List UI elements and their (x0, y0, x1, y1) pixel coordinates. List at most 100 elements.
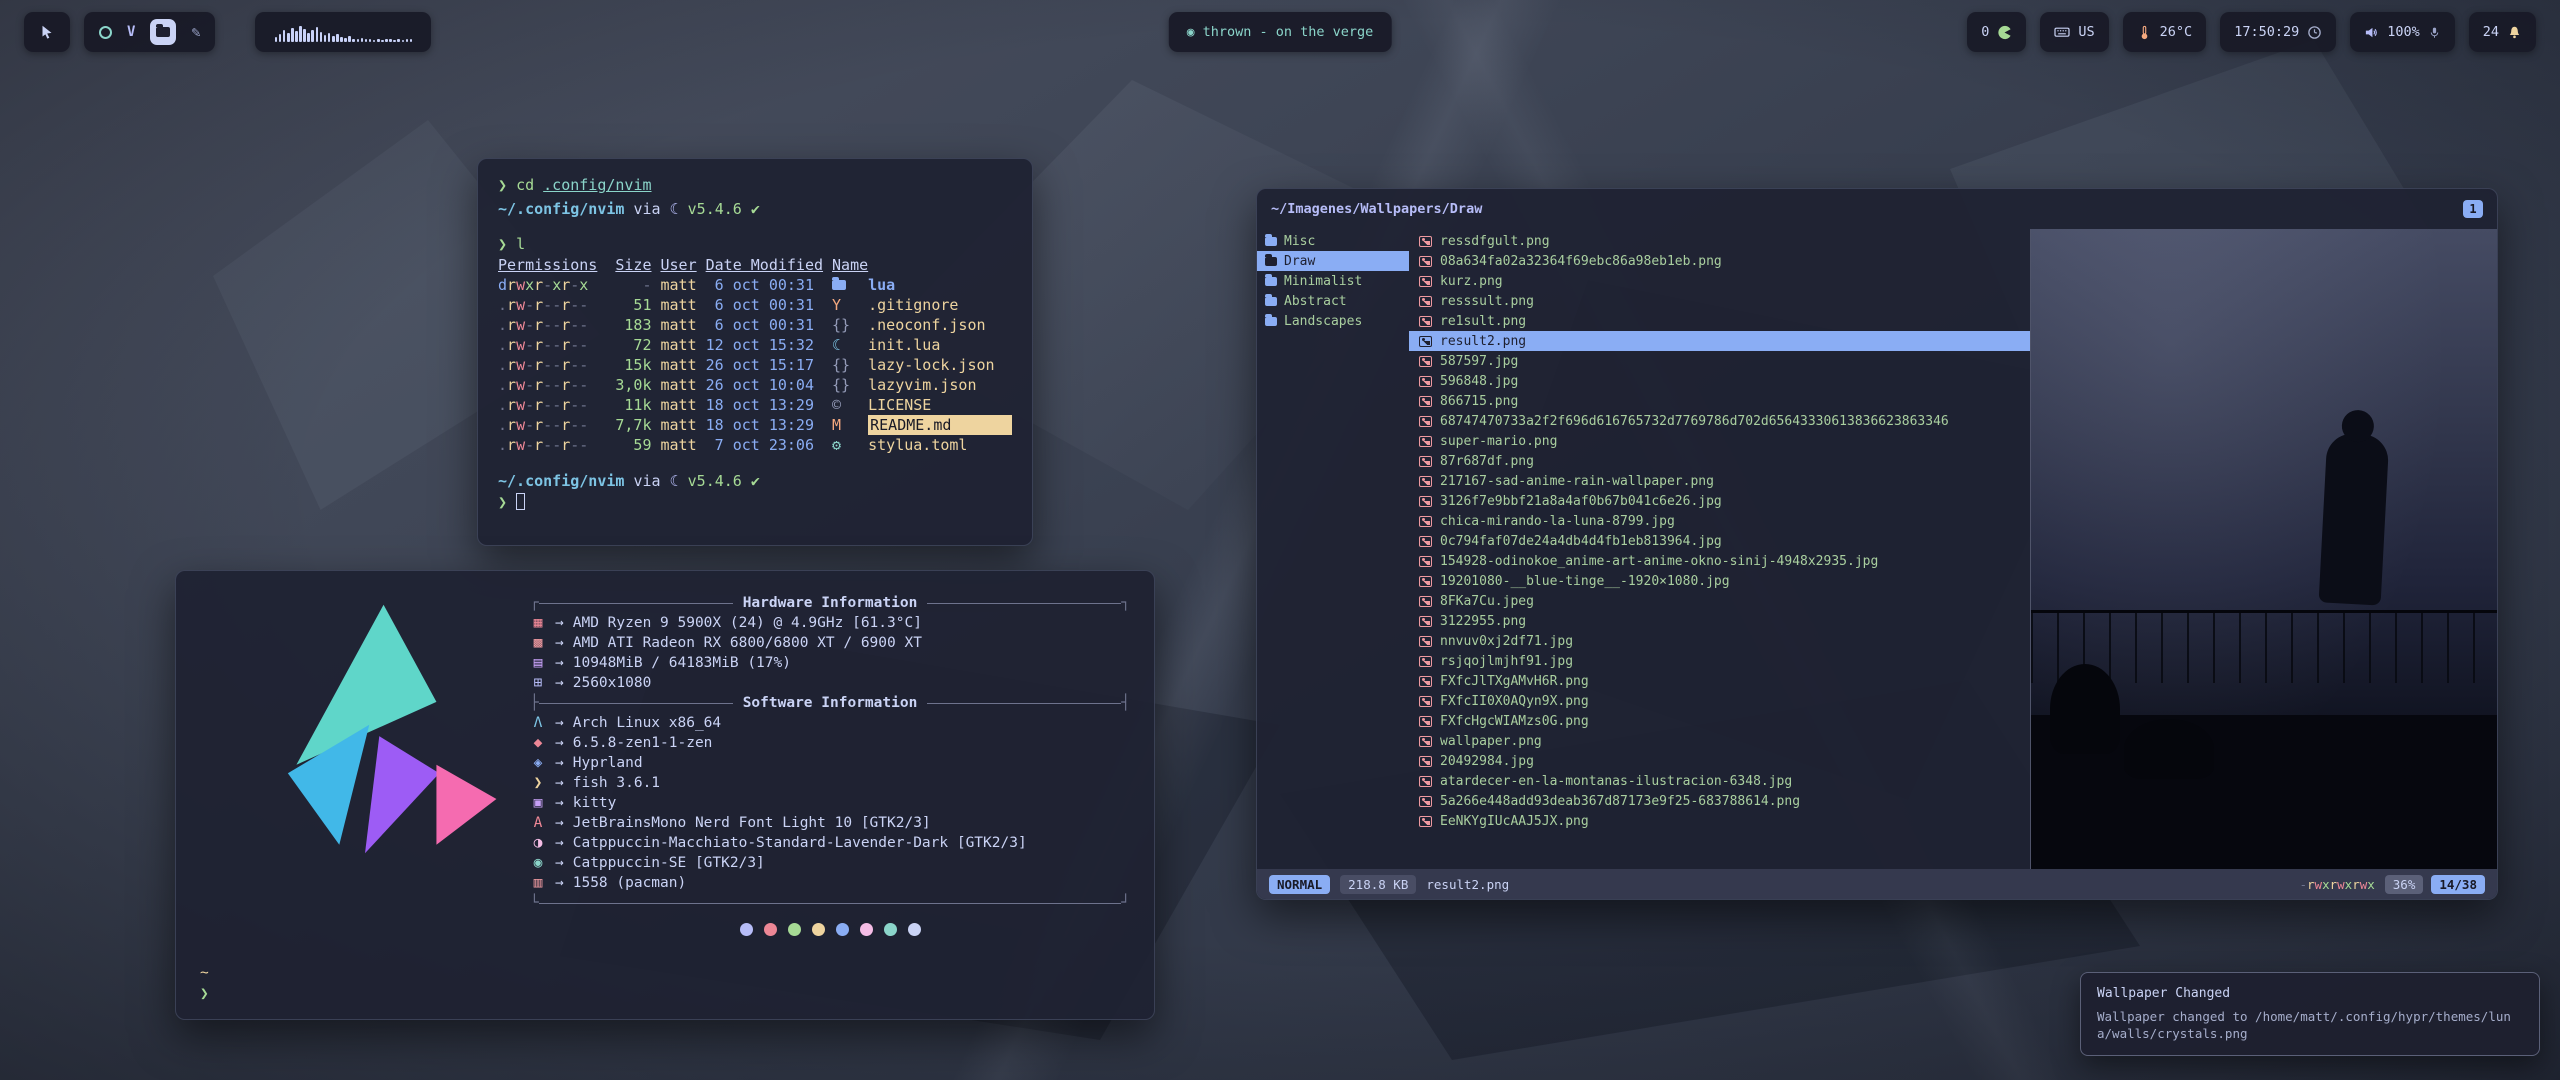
user: matt (661, 415, 697, 435)
file-row[interactable]: ressdfgult.png (1409, 231, 2030, 251)
file-name: 19201080-__blue-tinge__-1920×1080.jpg (1440, 574, 1730, 589)
shell-prompt-line[interactable]: ❯ (498, 492, 1012, 513)
temperature-module[interactable]: 26°C (2123, 12, 2207, 52)
git-icon: Y (832, 295, 859, 315)
file-row[interactable]: rsjqojlmjhf91.jpg (1409, 651, 2030, 671)
user: matt (661, 355, 697, 375)
size: - (606, 275, 651, 295)
directory-row[interactable]: Abstract (1257, 291, 1409, 311)
file-row[interactable]: 217167-sad-anime-rain-wallpaper.png (1409, 471, 2030, 491)
date-modified: 7 oct 23:06 (706, 435, 823, 455)
lua-version: v5.4.6 (688, 200, 742, 218)
clock-module[interactable]: 17:50:29 (2220, 12, 2336, 52)
file-row[interactable]: FXfcHgcWIAMzs0G.png (1409, 711, 2030, 731)
folder-icon (832, 275, 859, 295)
palette-dot (884, 923, 897, 936)
fetch-value: 6.5.8-zen1-1-zen (573, 733, 713, 753)
directory-row[interactable]: Landscapes (1257, 311, 1409, 331)
file-row[interactable]: result2.png (1409, 331, 2030, 351)
files-workspace-icon[interactable] (150, 19, 176, 45)
section-footer: └┘ (530, 893, 1130, 913)
keyboard-layout-module[interactable]: US (2040, 12, 2108, 52)
fetch-value: Arch Linux x86_64 (573, 713, 721, 733)
updates-module[interactable]: 0 (1967, 12, 2026, 52)
directory-row[interactable]: Misc (1257, 231, 1409, 251)
packages-icon: ▥ (530, 873, 546, 893)
image-file-icon (1419, 756, 1432, 767)
file-row[interactable]: 08a634fa02a32364f69ebc86a98eb1eb.png (1409, 251, 2030, 271)
file-row[interactable]: EeNKYgIUcAAJ5JX.png (1409, 811, 2030, 831)
file-row[interactable]: super-mario.png (1409, 431, 2030, 451)
tab-indicator[interactable]: 1 (2463, 200, 2483, 218)
file-row[interactable]: 0c794faf07de24a4db4d4fb1eb813964.jpg (1409, 531, 2030, 551)
image-file-icon (1419, 776, 1432, 787)
notifications-module[interactable]: 24 (2469, 12, 2536, 52)
catppuccin-arch-logo-icon (220, 599, 510, 899)
permissions: .rw-r--r-- (498, 375, 597, 395)
arrow-icon: → (555, 613, 564, 633)
palette-dot (764, 923, 777, 936)
date-modified: 12 oct 15:32 (706, 335, 823, 355)
volume-module[interactable]: 100% (2350, 12, 2455, 52)
scroll-percent-badge: 36% (2385, 875, 2424, 894)
terminal-icon: ▣ (530, 793, 546, 813)
file-row[interactable]: 19201080-__blue-tinge__-1920×1080.jpg (1409, 571, 2030, 591)
image-file-icon (1419, 376, 1432, 387)
file-row[interactable]: atardecer-en-la-montanas-ilustracion-634… (1409, 771, 2030, 791)
user: matt (661, 395, 697, 415)
directory-row[interactable]: Minimalist (1257, 271, 1409, 291)
workspaces-module: V ✎ (84, 12, 215, 52)
gpu-icon: ▩ (530, 633, 546, 653)
terminal-cursor (516, 493, 525, 510)
audio-visualizer-module[interactable] (255, 12, 431, 52)
volume-value: 100% (2387, 24, 2420, 40)
fetch-value: fish 3.6.1 (573, 773, 660, 793)
notification-popup[interactable]: Wallpaper Changed Wallpaper changed to /… (2080, 972, 2540, 1056)
fetch-row: ▤→10948MiB / 64183MiB (17%) (530, 653, 1130, 673)
fetch-row: ◑→Catppuccin-Macchiato-Standard-Lavender… (530, 833, 1130, 853)
ls-row: .rw-r--r--183matt 6 oct 00:31{}.neoconf.… (498, 315, 1012, 335)
file-row[interactable]: FXfcII0X0AQyn9X.png (1409, 691, 2030, 711)
file-row[interactable]: 3126f7e9bbf21a8a4af0b67b041c6e26.jpg (1409, 491, 2030, 511)
fetch-value: Catppuccin-SE [GTK2/3] (573, 853, 765, 873)
file-row[interactable]: 5a266e448add93deab367d87173e9f25-6837886… (1409, 791, 2030, 811)
file-row[interactable]: 68747470733a2f2f696d616765732d7769786d70… (1409, 411, 2030, 431)
image-file-icon (1419, 496, 1432, 507)
file-row[interactable]: 596848.jpg (1409, 371, 2030, 391)
browser-workspace-icon[interactable] (99, 26, 112, 39)
file-row[interactable]: chica-mirando-la-luna-8799.jpg (1409, 511, 2030, 531)
pacman-icon (1997, 25, 2012, 40)
file-row[interactable]: nnvuv0xj2df71.jpg (1409, 631, 2030, 651)
prompt-path-line: ~/.config/nvim via ☾ v5.4.6 ✔ (498, 471, 1012, 492)
file-name: wallpaper.png (1440, 734, 1542, 749)
shell-prompt-block[interactable]: ~ ❯ (200, 963, 209, 1005)
file-row[interactable]: 3122955.png (1409, 611, 2030, 631)
file-row[interactable]: 8FKa7Cu.jpeg (1409, 591, 2030, 611)
file-row[interactable]: re1sult.png (1409, 311, 2030, 331)
file-row[interactable]: resssult.png (1409, 291, 2030, 311)
file-row[interactable]: 866715.png (1409, 391, 2030, 411)
file-row[interactable]: 587597.jpg (1409, 351, 2030, 371)
prompt-symbol: ❯ (498, 493, 507, 511)
directory-row[interactable]: Draw (1257, 251, 1409, 271)
vim-workspace-icon[interactable]: V (127, 24, 135, 40)
launcher-button[interactable] (24, 12, 70, 52)
via-label: via (633, 472, 660, 490)
visualizer-bars (275, 22, 413, 42)
file-name: 3126f7e9bbf21a8a4af0b67b041c6e26.jpg (1440, 494, 1722, 509)
file-row[interactable]: wallpaper.png (1409, 731, 2030, 751)
user: matt (661, 435, 697, 455)
file-row[interactable]: kurz.png (1409, 271, 2030, 291)
file-row[interactable]: FXfcJlTXgAMvH6R.png (1409, 671, 2030, 691)
gear-icon: ⚙ (832, 435, 859, 455)
header-date-modified: Date Modified (706, 255, 823, 275)
file-row[interactable]: 87r687df.png (1409, 451, 2030, 471)
file-name: chica-mirando-la-luna-8799.jpg (1440, 514, 1675, 529)
image-file-icon (1419, 676, 1432, 687)
file-row[interactable]: 154928-odinokoe_anime-art-anime-okno-sin… (1409, 551, 2030, 571)
ls-row: .rw-r--r--59matt 7 oct 23:06⚙stylua.toml (498, 435, 1012, 455)
music-player-module[interactable]: ◉ thrown - on the verge (1169, 12, 1392, 52)
pen-workspace-icon[interactable]: ✎ (191, 23, 200, 41)
file-name: 87r687df.png (1440, 454, 1534, 469)
file-row[interactable]: 20492984.jpg (1409, 751, 2030, 771)
